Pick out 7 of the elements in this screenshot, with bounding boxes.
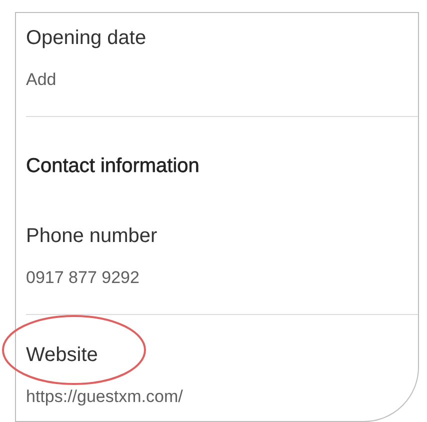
field-value: https://guestxm.com/ bbox=[26, 386, 183, 408]
field-label: Phone number bbox=[26, 224, 158, 248]
section-heading: Contact information bbox=[26, 155, 200, 177]
field-label: Opening date bbox=[26, 26, 146, 50]
field-value: 0917 877 9292 bbox=[26, 267, 140, 289]
field-label: Website bbox=[26, 343, 98, 367]
field-value: Add bbox=[26, 69, 56, 91]
